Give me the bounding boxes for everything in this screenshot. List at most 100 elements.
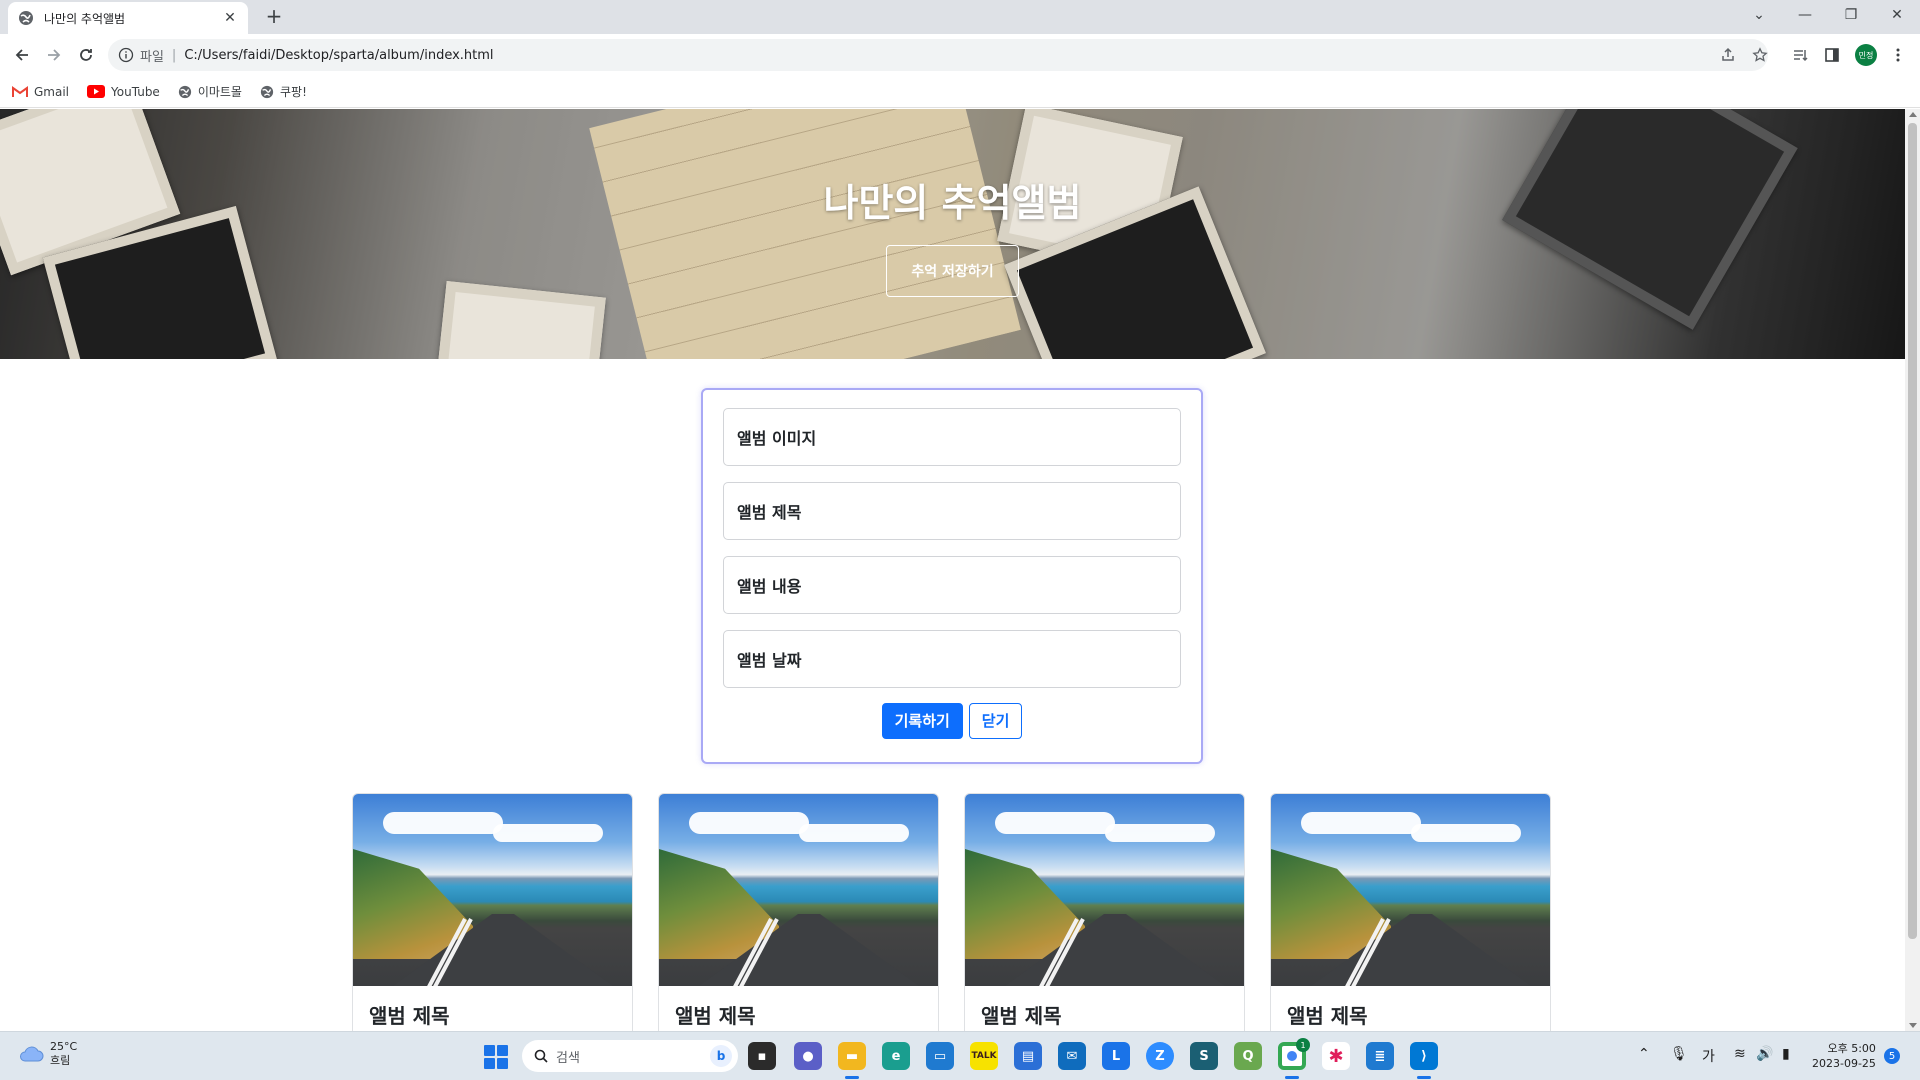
notification-badge[interactable]: 5 (1884, 1048, 1900, 1064)
album-card[interactable]: 앨범 제목 (658, 793, 939, 1031)
bookmark-emart[interactable]: 이마트몰 (178, 83, 242, 100)
store-icon[interactable]: ▤ (1014, 1042, 1042, 1070)
kakaotalk-icon[interactable]: TALK (970, 1042, 998, 1070)
vscode-icon[interactable]: ⟩ (1410, 1042, 1438, 1070)
save-memory-button[interactable]: 추억 저장하기 (886, 244, 1019, 297)
bookmark-star-icon[interactable] (1748, 43, 1772, 67)
zoom-icon[interactable]: Z (1146, 1042, 1174, 1070)
album-card[interactable]: 앨범 제목 (1270, 793, 1551, 1031)
album-card-title: 앨범 제목 (369, 1004, 450, 1028)
gmail-icon (12, 85, 28, 98)
clock-date: 2023-09-25 (1812, 1057, 1876, 1070)
reading-list-icon[interactable] (1788, 43, 1812, 67)
browser-toolbar: 파일 | C:/Users/faidi/Desktop/sparta/album… (0, 34, 1920, 76)
form-button-row: 기록하기 닫기 (703, 703, 1201, 739)
tray-chevron-icon[interactable]: ⌃ (1638, 1046, 1650, 1062)
album-card[interactable]: 앨범 제목 (352, 793, 633, 1031)
album-content-input[interactable]: 앨범 내용 (723, 556, 1181, 614)
album-card[interactable]: 앨범 제목 (964, 793, 1245, 1031)
close-button[interactable]: 닫기 (968, 703, 1023, 739)
bookmark-label: 쿠팡! (279, 85, 307, 99)
app-swirl-icon[interactable]: S (1190, 1042, 1218, 1070)
globe-icon (178, 85, 192, 99)
new-tab-button[interactable]: + (262, 5, 286, 29)
task-view-icon[interactable]: ▪ (748, 1042, 776, 1070)
album-card-image (659, 794, 938, 986)
restore-button[interactable]: ❐ (1828, 0, 1874, 30)
address-bar[interactable]: 파일 | C:/Users/faidi/Desktop/sparta/album… (108, 39, 1768, 71)
album-form: 앨범 이미지 앨범 제목 앨범 내용 앨범 날짜 기록하기 닫기 (701, 388, 1203, 764)
battery-icon[interactable]: ▮ (1782, 1046, 1790, 1062)
close-window-button[interactable]: ✕ (1874, 0, 1920, 30)
taskbar: 25°C 흐림 검색 b ▪ ● ▬ e ▭ TALK ▤ ✉ L Z S Q … (0, 1031, 1920, 1080)
line-works-icon[interactable]: L (1102, 1042, 1130, 1070)
monitor-icon[interactable]: ▭ (926, 1042, 954, 1070)
tab-strip: 나만의 추억앨범 ✕ + ⌄ — ❐ ✕ (0, 0, 1920, 34)
arrow-left-icon (15, 49, 28, 61)
microphone-icon[interactable]: 🎙 (1670, 1046, 1688, 1062)
scroll-down-icon[interactable] (1909, 1023, 1917, 1028)
teams-chat-icon[interactable]: ● (794, 1042, 822, 1070)
album-card-title: 앨범 제목 (1287, 1004, 1368, 1028)
bookmark-youtube[interactable]: YouTube (87, 85, 160, 99)
address-scheme: 파일 (140, 49, 164, 65)
bookmark-label: YouTube (111, 84, 160, 99)
browser-tab[interactable]: 나만의 추억앨범 ✕ (8, 2, 248, 34)
qnote-icon[interactable]: Q (1234, 1042, 1262, 1070)
submit-button[interactable]: 기록하기 (881, 703, 963, 739)
tab-close-icon[interactable]: ✕ (222, 10, 238, 26)
wifi-icon[interactable]: ≋ (1734, 1046, 1746, 1062)
hero-content: 나만의 추억앨범 추억 저장하기 (0, 109, 1905, 359)
cloud-icon (20, 1046, 44, 1062)
hero-title: 나만의 추억앨범 (823, 180, 1082, 225)
bing-icon[interactable]: b (710, 1045, 732, 1067)
share-icon[interactable] (1716, 43, 1740, 67)
globe-icon (260, 85, 274, 99)
address-url: C:/Users/faidi/Desktop/sparta/album/inde… (184, 47, 494, 63)
album-card-title: 앨범 제목 (675, 1004, 756, 1028)
bookmark-coupang[interactable]: 쿠팡! (260, 83, 307, 100)
minimize-button[interactable]: — (1782, 0, 1828, 30)
volume-icon[interactable]: 🔊 (1756, 1046, 1773, 1062)
hero-banner: 나만의 추억앨범 추억 저장하기 (0, 109, 1905, 359)
clock-time: 오후 5:00 (1827, 1042, 1876, 1055)
kebab-menu-icon[interactable] (1886, 43, 1910, 67)
page-scrollbar[interactable] (1905, 109, 1920, 1031)
album-card-image (965, 794, 1244, 986)
notepad-icon[interactable]: ≣ (1366, 1042, 1394, 1070)
youtube-icon (87, 85, 106, 98)
weather-desc: 흐림 (50, 1054, 71, 1067)
system-clock[interactable]: 오후 5:00 2023-09-25 (1812, 1041, 1876, 1071)
reload-button[interactable] (74, 43, 98, 67)
scroll-up-icon[interactable] (1909, 112, 1917, 117)
mail-icon[interactable]: ✉ (1058, 1042, 1086, 1070)
search-icon (534, 1049, 548, 1063)
scrollbar-thumb[interactable] (1908, 123, 1917, 939)
album-card-image (353, 794, 632, 986)
taskbar-search[interactable]: 검색 b (522, 1040, 738, 1072)
album-date-input[interactable]: 앨범 날짜 (723, 630, 1181, 688)
forward-button[interactable] (42, 43, 66, 67)
weather-temp: 25°C (50, 1040, 78, 1053)
slack-icon[interactable]: ✱ (1322, 1042, 1350, 1070)
arrow-right-icon (48, 49, 61, 61)
file-explorer-icon[interactable]: ▬ (838, 1042, 866, 1070)
weather-widget[interactable]: 25°C 흐림 (18, 1040, 77, 1068)
album-card-image (1271, 794, 1550, 986)
address-separator: | (171, 47, 177, 63)
bookmark-gmail[interactable]: Gmail (12, 85, 69, 99)
bookmark-label: 이마트몰 (197, 85, 242, 99)
info-icon[interactable] (118, 47, 134, 63)
ime-indicator[interactable]: 가 (1702, 1046, 1715, 1066)
edge-icon[interactable]: e (882, 1042, 910, 1070)
windows-start-icon[interactable] (484, 1045, 508, 1069)
profile-avatar[interactable]: 민정 (1855, 44, 1877, 66)
tab-title: 나만의 추억앨범 (44, 11, 126, 26)
album-title-input[interactable]: 앨범 제목 (723, 482, 1181, 540)
back-button[interactable] (10, 43, 34, 67)
side-panel-icon[interactable] (1820, 43, 1844, 67)
page-viewport: 나만의 추억앨범 추억 저장하기 앨범 이미지 앨범 제목 앨범 내용 앨범 날… (0, 109, 1905, 1031)
tab-search-chevron-icon[interactable]: ⌄ (1736, 0, 1782, 30)
album-image-input[interactable]: 앨범 이미지 (723, 408, 1181, 466)
chrome-badge: 1 (1296, 1038, 1310, 1052)
